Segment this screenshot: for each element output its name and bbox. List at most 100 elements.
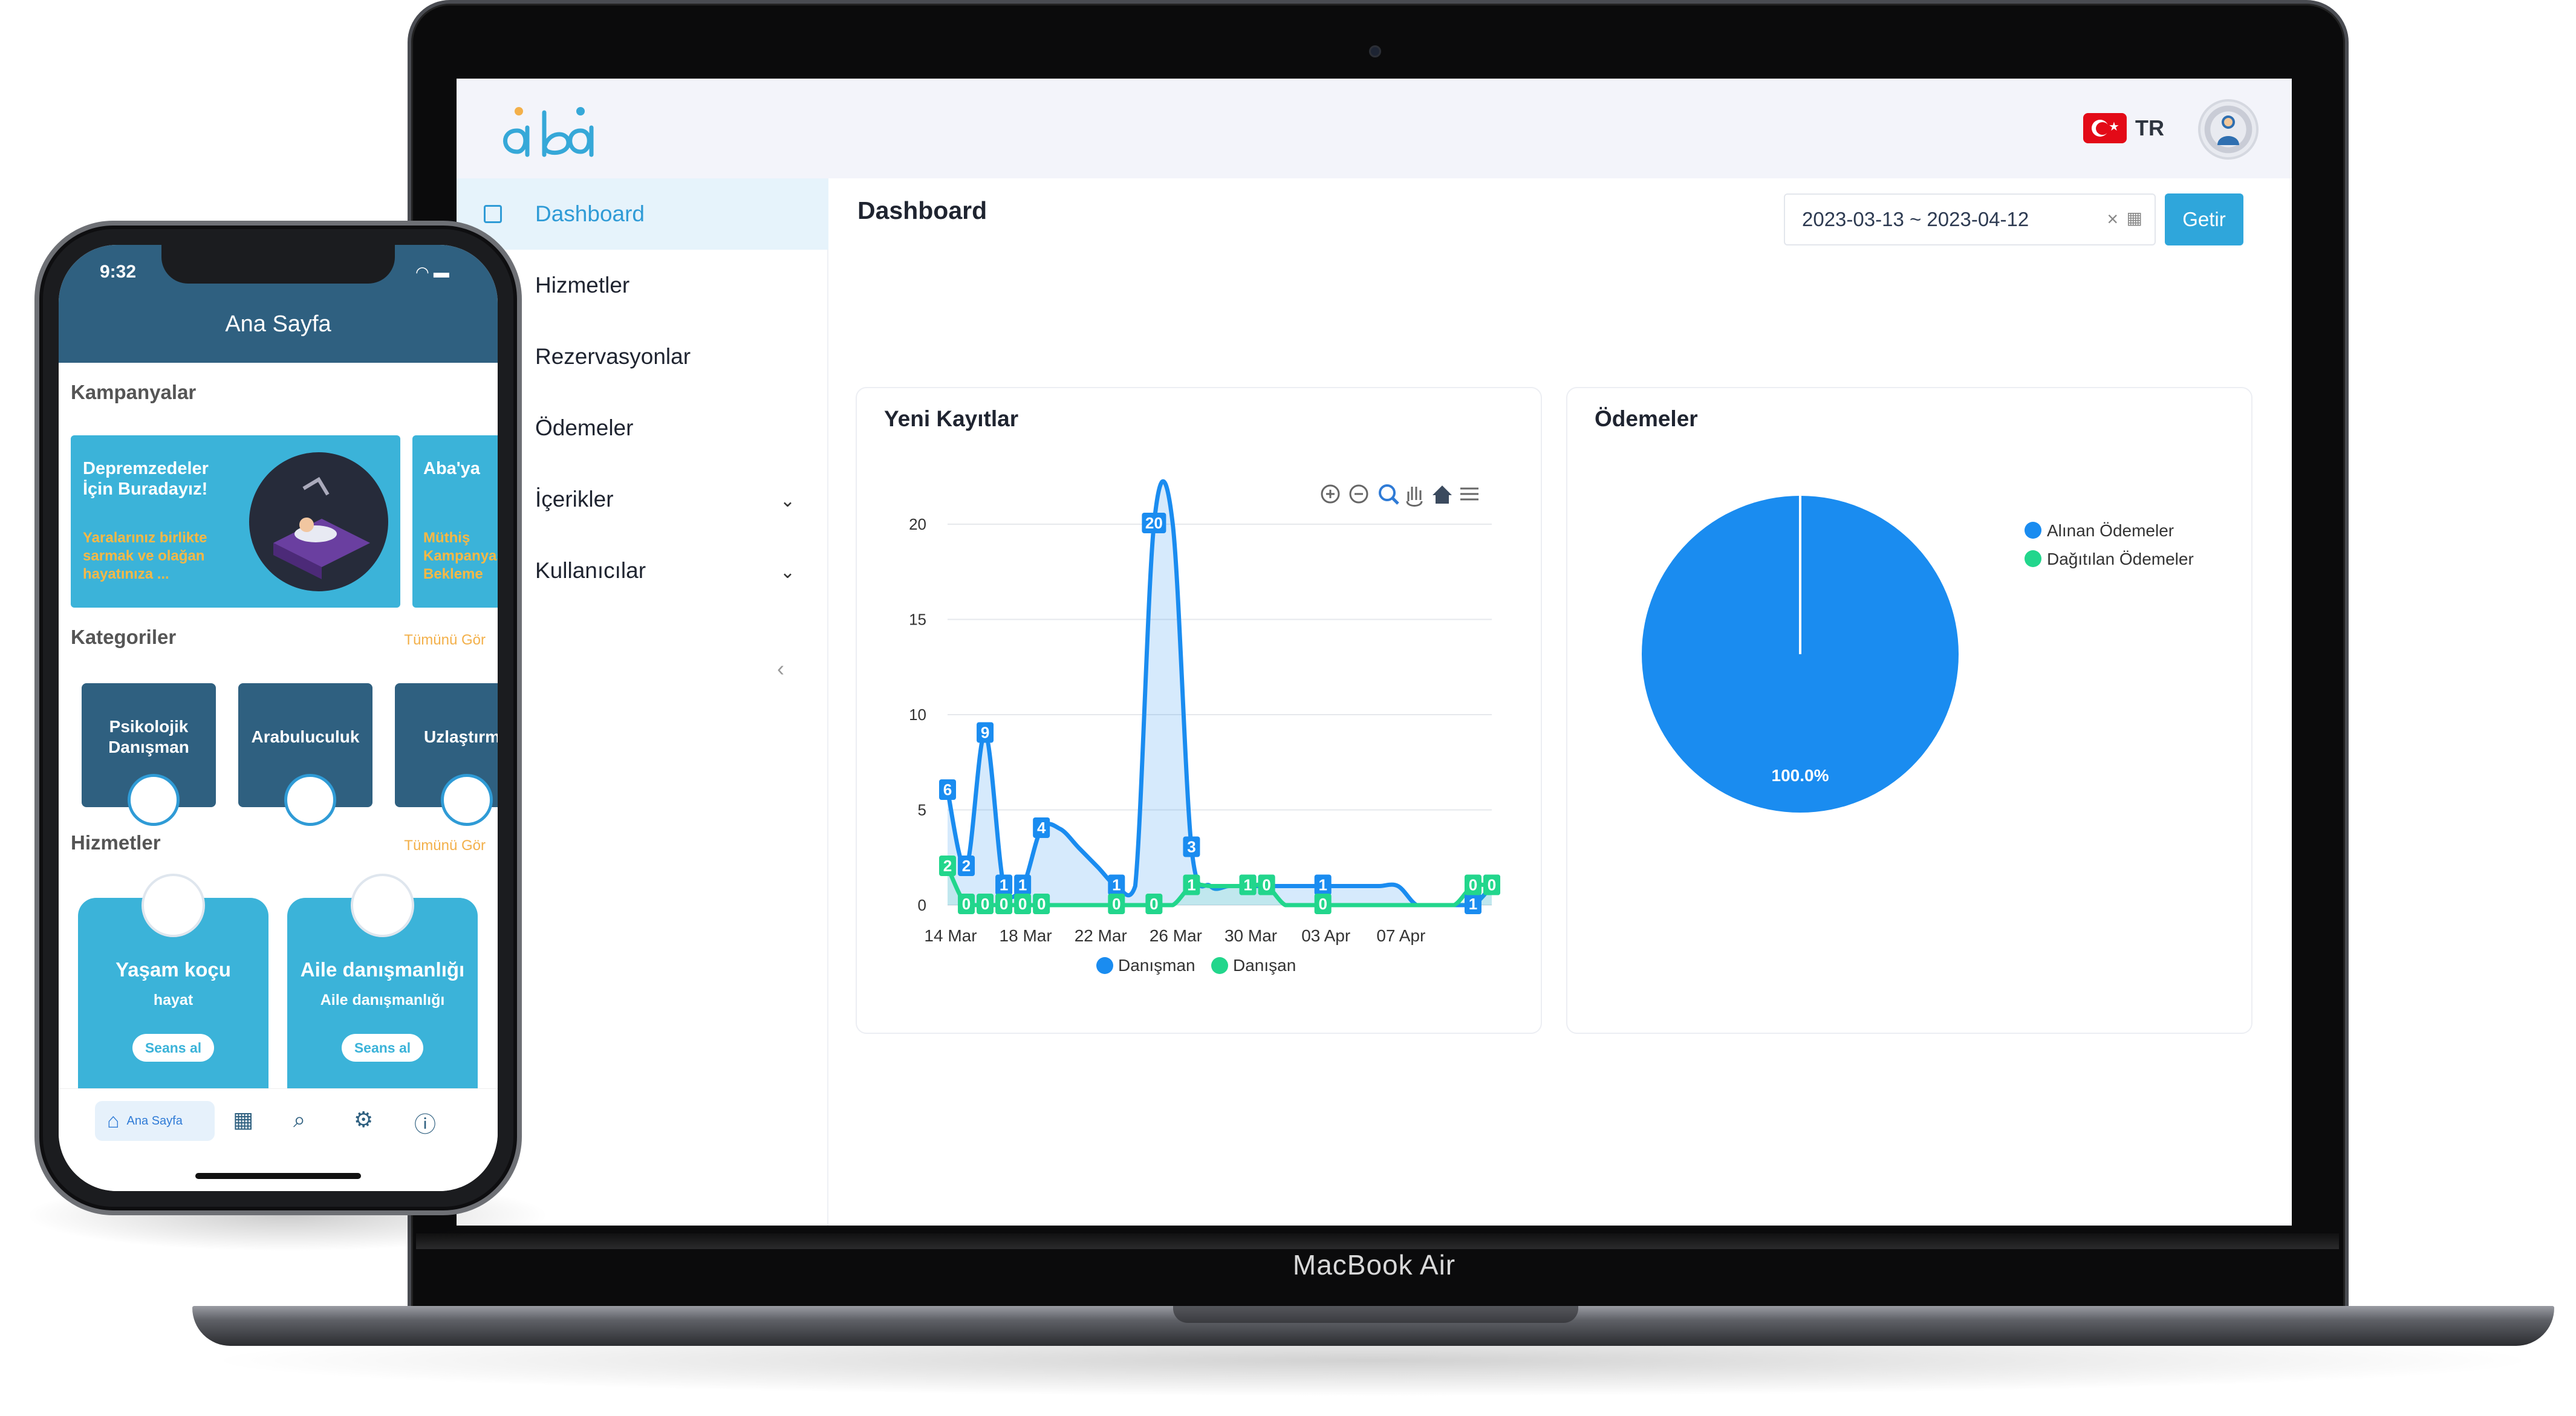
profile-avatar-icon[interactable]	[2198, 99, 2259, 160]
laptop-camera	[1369, 45, 1381, 57]
category-card[interactable]: Arabuluculuk	[238, 683, 372, 826]
sidebar-item-label: Dashboard	[535, 201, 645, 226]
wifi-battery-icon: ◠ ▬	[415, 263, 449, 281]
series-line-danisman	[945, 479, 1494, 908]
see-all-categories-link[interactable]: Tümünü Gör	[404, 632, 486, 649]
data-label: 2	[962, 857, 971, 875]
laptop-hinge	[416, 1233, 2339, 1249]
x-tick-label: 07 Apr	[1376, 926, 1425, 945]
laptop-brand-label: MacBook Air	[1292, 1249, 1456, 1281]
campaign-card[interactable]: Depremzedeler İçin Buradayız! Yaralarını…	[71, 435, 400, 608]
section-title-services: Hizmetler	[71, 831, 161, 854]
y-tick-label: 20	[909, 515, 926, 533]
data-label: 20	[1145, 514, 1163, 532]
legend-label: Alınan Ödemeler	[2047, 521, 2174, 540]
legend-marker	[1096, 957, 1113, 974]
book-session-button[interactable]: Seans al	[342, 1034, 423, 1062]
sidebar-item-label: Ödemeler	[535, 415, 634, 440]
service-subtitle: Aile danışmanlığı	[320, 992, 445, 1008]
service-card[interactable]: Yaşam koçu hayat Seans al	[78, 874, 268, 1097]
data-label: 6	[943, 781, 952, 799]
data-label: 3	[1187, 838, 1195, 856]
payments-chart: 100.0% Alınan Ödemeler Dağıtılan Ödemeler	[1642, 496, 2194, 813]
gear-icon[interactable]: ⚙	[354, 1107, 373, 1132]
category-card[interactable]: Uzlaştırm	[395, 683, 498, 826]
date-range-picker[interactable]: 2023-03-13 ~ 2023-04-12 × ▦	[1784, 193, 2156, 245]
service-title: Yaşam koçu	[115, 958, 231, 981]
tab-home-label: Ana Sayfa	[126, 1114, 183, 1128]
pie-slices: 100.0%	[1642, 496, 1959, 813]
mockup-stage: MacBook Air ★ TR Dashboard Hizmetler Rez…	[0, 0, 2576, 1416]
laptop-screen: ★ TR Dashboard Hizmetler Rezervasyonlar …	[457, 79, 2292, 1226]
phone-page-title: Ana Sayfa	[225, 311, 331, 337]
chevron-down-icon: ⌄	[779, 491, 795, 511]
reconciliation-icon	[441, 774, 493, 826]
sidebar-item-label: Rezervasyonlar	[535, 344, 691, 369]
see-all-services-link[interactable]: Tümünü Gör	[404, 837, 486, 854]
sidebar-item-label: Kullanıcılar	[535, 558, 646, 583]
y-axis: 0 5 10 15 20	[909, 515, 926, 914]
category-label: Psikolojik Danışman	[108, 717, 189, 756]
service-subtitle: hayat	[153, 992, 194, 1008]
data-label: 1	[1000, 876, 1008, 894]
category-label: Arabuluculuk	[251, 727, 360, 746]
language-selector[interactable]: ★ TR	[2083, 113, 2164, 143]
laptop-notch	[1173, 1306, 1578, 1323]
sidebar-item-dashboard[interactable]: Dashboard	[457, 178, 828, 250]
legend-label: Danışan	[1233, 956, 1296, 975]
x-tick-label: 26 Mar	[1150, 926, 1202, 945]
sidebar-item-label: Hizmetler	[535, 273, 630, 297]
calendar-icon[interactable]: ▦	[233, 1107, 253, 1132]
campaign-illustration	[249, 452, 388, 591]
data-label: 0	[1018, 895, 1027, 913]
chart-series	[945, 479, 1494, 908]
dashboard-icon	[484, 205, 502, 223]
chart-grid	[948, 524, 1492, 906]
selection-zoom-icon[interactable]	[1379, 484, 1399, 505]
top-bar: ★ TR	[457, 79, 2292, 178]
phone-notch	[161, 245, 395, 284]
book-session-button[interactable]: Seans al	[132, 1034, 214, 1062]
section-title-campaigns: Kampanyalar	[71, 381, 197, 403]
new-registrations-card: Yeni Kayıtlar 0 5 10 15 20 14 Mar 18 Mar…	[856, 387, 1542, 1034]
language-label: TR	[2135, 115, 2164, 140]
pie-slice-label: 100.0%	[1772, 766, 1829, 785]
legend-label: Danışman	[1118, 956, 1195, 975]
y-tick-label: 10	[909, 706, 926, 724]
chart-legend: Alınan Ödemeler Dağıtılan Ödemeler	[2025, 521, 2194, 568]
x-axis: 14 Mar 18 Mar 22 Mar 26 Mar 30 Mar 03 Apr 07 A…	[924, 926, 1425, 945]
info-icon[interactable]: ⓘ	[414, 1107, 436, 1138]
x-tick-label: 03 Apr	[1301, 926, 1350, 945]
data-label: 0	[962, 895, 971, 913]
data-label: 4	[1037, 819, 1046, 837]
pan-hand-icon[interactable]	[1406, 487, 1423, 507]
category-card[interactable]: Psikolojik Danışman	[82, 683, 216, 826]
data-label: 0	[1488, 876, 1496, 894]
campaign-title: Depremzedeler İçin Buradayız!	[83, 459, 209, 499]
aba-logo[interactable]	[490, 94, 623, 167]
sidebar-item-label: İçerikler	[535, 487, 614, 512]
chart-toolbar	[1321, 484, 1478, 507]
new-registrations-chart: 05101520 14 Mar 18 Mar 22 Mar 26 Mar 30 Mar 0…	[909, 479, 1500, 975]
data-label: 0	[1469, 876, 1477, 894]
data-label: 0	[1318, 895, 1327, 913]
data-label: 1	[1469, 895, 1477, 913]
campaign-card[interactable]: Aba'ya Müthiş Kampanyası Bekleme	[412, 435, 498, 608]
fetch-button[interactable]: Getir	[2165, 193, 2243, 245]
service-card[interactable]: Aile danışmanlığı Aile danışmanlığı Sean…	[287, 874, 478, 1097]
zoom-in-icon[interactable]	[1321, 484, 1340, 504]
phone-screen: 9:32 ◠ ▬ Ana Sayfa Kampanyalar Depremzed…	[59, 245, 498, 1191]
zoom-out-icon[interactable]	[1349, 484, 1368, 504]
reset-home-icon[interactable]	[1433, 486, 1452, 504]
data-label: 0	[1150, 895, 1158, 913]
collapse-sidebar-icon[interactable]: ‹	[777, 656, 784, 681]
menu-icon[interactable]	[1460, 487, 1478, 501]
tab-home[interactable]: ⌂ Ana Sayfa	[95, 1101, 215, 1141]
legend-marker	[1211, 957, 1228, 974]
data-label: 0	[1112, 895, 1120, 913]
clear-icon[interactable]: ×	[2107, 208, 2118, 230]
search-icon[interactable]: ⌕	[293, 1107, 305, 1133]
counseling-icon	[128, 774, 180, 826]
mediation-icon	[284, 774, 336, 826]
campaign-text: Müthiş Kampanyası Bekleme	[423, 530, 498, 582]
